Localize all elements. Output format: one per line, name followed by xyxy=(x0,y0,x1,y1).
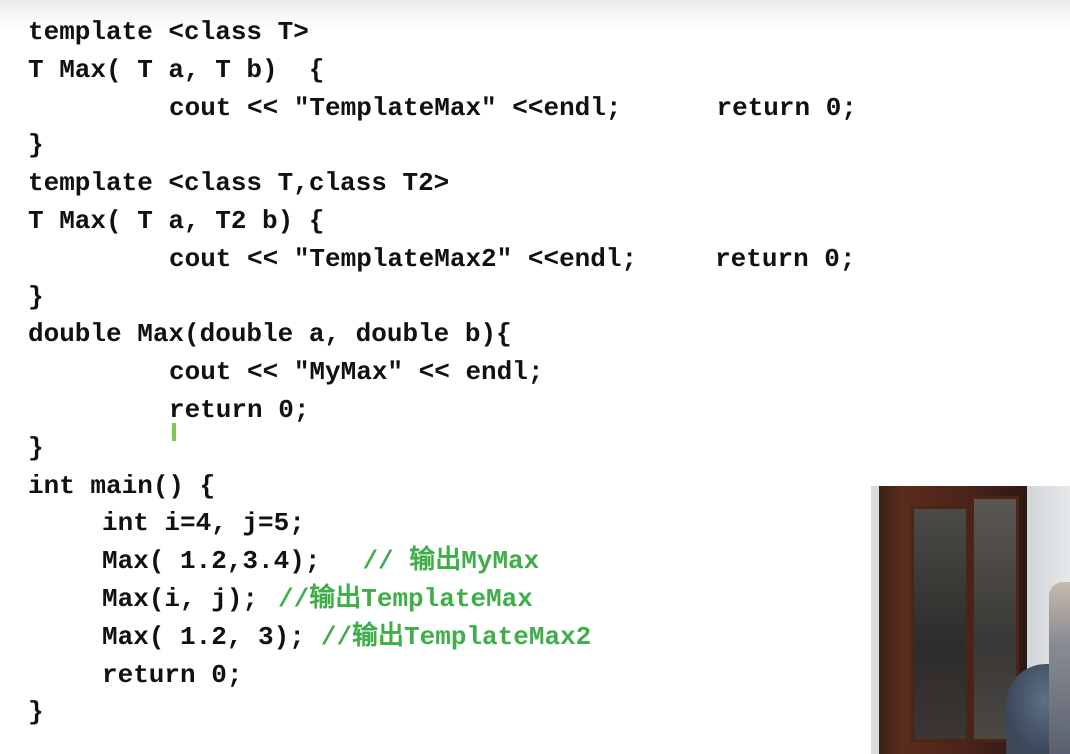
code-line: T Max( T a, T b) { xyxy=(28,52,857,90)
code-line: cout << "MyMax" << endl; xyxy=(28,354,857,392)
code-block: template <class T> T Max( T a, T b) { co… xyxy=(28,14,857,732)
webcam-bookcase-door xyxy=(911,506,969,742)
webcam-person xyxy=(1049,582,1070,754)
code-line: Max( 1.2,3.4); // 输出MyMax xyxy=(28,543,857,581)
code-comment: //输出TemplateMax xyxy=(278,583,533,614)
text-cursor xyxy=(172,423,176,441)
code-text: Max( 1.2,3.4); xyxy=(102,546,321,577)
code-text: } xyxy=(28,130,44,161)
code-line: template <class T> xyxy=(28,14,857,52)
code-line: return 0; xyxy=(28,657,857,695)
code-text: } xyxy=(28,697,44,728)
code-line: } xyxy=(28,127,857,165)
code-line: cout << "TemplateMax" <<endl; return 0; xyxy=(28,90,857,128)
code-text: return 0; xyxy=(169,394,310,425)
code-line: cout << "TemplateMax2" <<endl; return 0; xyxy=(28,241,857,279)
code-line: } xyxy=(28,694,857,732)
code-text: return 0; xyxy=(716,92,857,123)
code-line: Max( 1.2, 3); //输出TemplateMax2 xyxy=(28,619,857,657)
code-text: template <class T> xyxy=(28,17,309,47)
code-line: return 0; xyxy=(28,392,857,430)
code-line: int main() { xyxy=(28,468,857,506)
webcam-wall-edge xyxy=(871,486,879,754)
code-text: } xyxy=(28,281,44,312)
code-text: T Max( T a, T2 b) { xyxy=(28,205,325,236)
code-line: int i=4, j=5; xyxy=(28,505,857,543)
code-line: } xyxy=(28,430,857,468)
code-comment: // 输出MyMax xyxy=(362,546,540,577)
code-comment: //输出TemplateMax2 xyxy=(320,621,592,652)
code-text: cout << "MyMax" << endl; xyxy=(169,357,544,388)
code-text: cout << "TemplateMax2" <<endl; xyxy=(169,243,638,274)
code-text: return 0; xyxy=(715,243,856,274)
code-text: int i=4, j=5; xyxy=(102,508,305,539)
code-text: } xyxy=(28,432,44,463)
webcam-overlay xyxy=(871,486,1070,754)
code-line: } xyxy=(28,279,857,317)
code-text: return 0; xyxy=(102,659,243,690)
code-text: template <class T,class T2> xyxy=(28,168,450,199)
code-text: Max( 1.2, 3); xyxy=(102,621,305,652)
code-text: Max(i, j); xyxy=(102,583,259,614)
code-text: cout << "TemplateMax" <<endl; xyxy=(169,92,622,123)
code-line: double Max(double a, double b){ xyxy=(28,316,857,354)
code-text: int main() { xyxy=(28,470,216,501)
code-text: T Max( T a, T b) { xyxy=(28,54,325,85)
code-line: template <class T,class T2> xyxy=(28,165,857,203)
code-line: T Max( T a, T2 b) { xyxy=(28,203,857,241)
code-line: Max(i, j); //输出TemplateMax xyxy=(28,581,857,619)
code-text: double Max(double a, double b){ xyxy=(28,319,512,350)
slide: template <class T> T Max( T a, T b) { co… xyxy=(0,0,1070,754)
